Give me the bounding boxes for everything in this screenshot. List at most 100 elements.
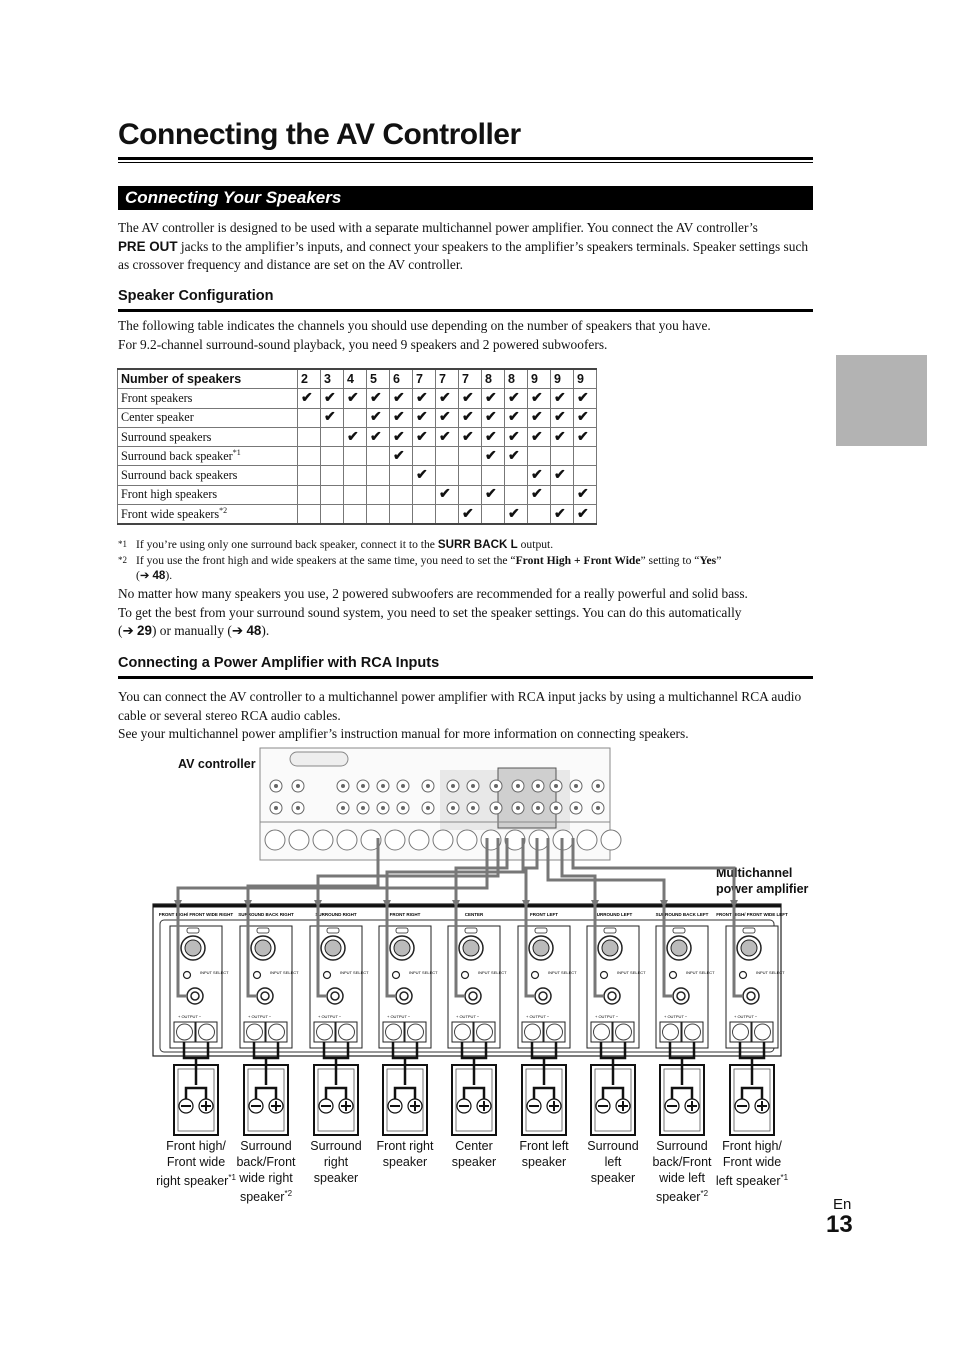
rca-jack-icon	[511, 779, 525, 793]
row-label: Front high speakers	[117, 484, 298, 506]
plus-terminal-icon	[684, 1098, 700, 1114]
speaker	[590, 1042, 636, 1136]
input-select-switch-icon	[599, 970, 609, 980]
speaker	[313, 1042, 359, 1136]
check-mark-icon: ✔	[504, 504, 528, 526]
check-mark-icon: ✔	[550, 504, 574, 526]
speaker	[659, 1042, 705, 1136]
footnote-2-text-c: ”	[716, 554, 722, 567]
output-label: + OUTPUT −	[387, 1014, 411, 1019]
speaker-label-line: left	[604, 1155, 622, 1169]
rca-cable	[546, 838, 673, 998]
arrow-down-icon	[730, 900, 738, 908]
speaker-label-line: Surround	[240, 1139, 292, 1153]
page-ref-48-link[interactable]: 48	[152, 569, 165, 582]
check-mark-icon: ✔	[527, 407, 551, 428]
arrow-down-icon	[591, 900, 599, 908]
check-mark-icon: ✔	[527, 465, 551, 486]
channel-label: FRONT HIGH/ FRONT WIDE LEFT	[716, 912, 788, 917]
amp-channel-module: SURROUND RIGHT INPUT SELECT + OUTPUT −	[309, 912, 369, 1049]
row-label-text: Front wide speakers	[121, 507, 220, 522]
page-ref-48-link[interactable]: 48	[246, 623, 261, 638]
speaker-label-line: Surround	[656, 1139, 708, 1153]
plus-terminal-icon	[407, 1098, 423, 1114]
column-header: 7	[412, 368, 436, 390]
check-mark-icon: ✔	[366, 426, 390, 448]
amp-label-line2: power amplifier	[716, 882, 809, 896]
check-mark-icon: ✔	[481, 484, 505, 506]
column-header: 9	[573, 368, 597, 390]
page-number: 13	[826, 1211, 853, 1238]
check-mark-icon: ✔	[550, 388, 574, 409]
speaker-label-line: speaker	[313, 1171, 359, 1185]
row-label: Surround back speaker*1	[117, 446, 298, 467]
rca-jack-icon	[446, 801, 460, 815]
rca-heading: Connecting a Power Amplifier with RCA In…	[118, 655, 440, 671]
row-label-text: Front high speakers	[121, 487, 218, 502]
rca-jack-icon	[291, 801, 305, 815]
check-mark-icon: ✔	[412, 407, 436, 428]
xlr-jack-icon	[528, 829, 550, 851]
settings-note-end: ).	[261, 623, 270, 638]
xlr-jack-icon	[600, 829, 622, 851]
table-header-label: Number of speakers	[117, 368, 298, 390]
output-label: + OUTPUT −	[456, 1014, 480, 1019]
speaker-label-line: Center	[455, 1139, 493, 1153]
empty-cell	[389, 504, 413, 526]
empty-cell	[481, 504, 505, 526]
xlr-input-icon	[389, 935, 415, 961]
speaker-terminal-icon	[521, 1021, 544, 1043]
xlr-jack-icon	[456, 829, 478, 851]
amp-channel-module: SURROUND BACK RIGHT INPUT SELECT + OUTPUT …	[238, 912, 299, 1049]
settings-note-text: To get the best from your surround sound…	[118, 604, 742, 620]
table-header-row: Number of speakers 2 3 4 5 6 7 7 7 8 8 9 9 9	[117, 368, 597, 390]
page-ref-29-link[interactable]: 29	[137, 623, 152, 638]
plus-terminal-icon	[198, 1098, 214, 1114]
empty-cell	[412, 446, 436, 467]
speaker-terminal-icon	[451, 1021, 474, 1043]
xlr-jack-icon	[264, 829, 286, 851]
check-mark-icon: ✔	[504, 426, 528, 448]
empty-cell	[343, 504, 367, 526]
xlr-jack-icon	[360, 829, 382, 851]
minus-terminal-icon	[595, 1098, 611, 1114]
empty-cell	[297, 504, 321, 526]
empty-cell	[343, 465, 367, 486]
minus-terminal-icon	[734, 1098, 750, 1114]
speaker-wire	[668, 1042, 696, 1060]
table-row: Front speakers ✔ ✔ ✔ ✔ ✔ ✔ ✔ ✔ ✔ ✔ ✔ ✔ ✔	[117, 388, 597, 409]
empty-cell	[550, 484, 574, 506]
row-label-text: Surround back speaker	[121, 449, 233, 464]
speaker	[729, 1042, 775, 1136]
rca-jack-icon	[569, 779, 583, 793]
empty-cell	[573, 446, 597, 467]
page-ref-close: ).	[165, 569, 173, 582]
rca-jack-icon	[569, 801, 583, 815]
power-amplifier-chassis	[152, 903, 782, 1057]
arrow-down-icon	[244, 900, 252, 908]
speaker-label-line: speaker	[382, 1155, 428, 1169]
speaker-terminal-icon	[173, 1021, 196, 1043]
input-select-label: INPUT SELECT	[478, 970, 507, 975]
rca-jack-icon	[531, 779, 545, 793]
speaker-wire	[599, 1042, 627, 1060]
check-mark-icon: ✔	[504, 446, 528, 467]
speaker-terminal-icon	[543, 1021, 566, 1043]
empty-cell	[481, 465, 505, 486]
input-select-label: INPUT SELECT	[340, 970, 369, 975]
input-select-switch-icon	[391, 970, 401, 980]
check-mark-icon: ✔	[435, 407, 459, 428]
surr-back-l-term: SURR BACK L	[437, 538, 518, 551]
page-ref-arrow: (➔	[118, 623, 138, 638]
amp-channel-module: CENTER INPUT SELECT + OUTPUT −	[447, 912, 507, 1049]
speaker-config-line1: The following table indicates the channe…	[118, 318, 711, 333]
table-row: Surround speakers ✔ ✔ ✔ ✔ ✔ ✔ ✔ ✔ ✔ ✔ ✔	[117, 426, 597, 448]
check-mark-icon: ✔	[458, 426, 482, 448]
check-mark-icon: ✔	[412, 465, 436, 486]
check-mark-icon: ✔	[573, 504, 597, 526]
plus-terminal-icon	[476, 1098, 492, 1114]
rca-jack-icon	[421, 779, 435, 793]
footnote-ref: *2	[219, 506, 228, 516]
check-mark-icon: ✔	[435, 388, 459, 409]
rca-jack-icon	[591, 801, 605, 815]
